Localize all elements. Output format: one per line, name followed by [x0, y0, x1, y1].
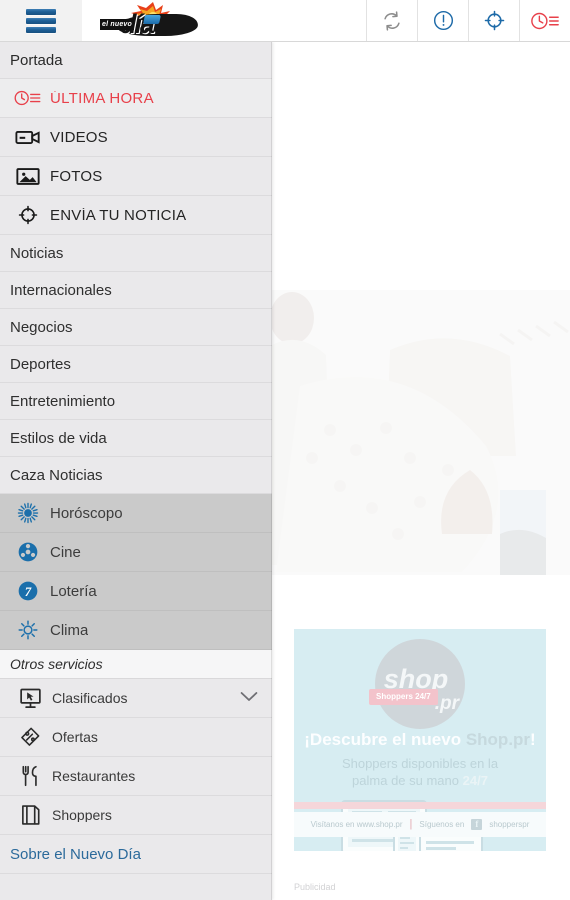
sidebar-item-label: Portada: [10, 52, 63, 68]
sidebar-item-portada[interactable]: Portada: [0, 42, 272, 79]
sidebar-item-label: VIDEOS: [50, 129, 108, 145]
ad-headline-dim: Shop.pr: [465, 730, 531, 749]
drawer-edge-shadow: [271, 42, 272, 900]
sidebar-item-noticias[interactable]: Noticias: [0, 235, 272, 272]
sidebar-item-estilos-de-vida[interactable]: Estilos de vida: [0, 420, 272, 457]
ad-sub-line-2: palma de su mano: [352, 773, 463, 788]
alert-icon: [433, 10, 453, 31]
sidebar-item-ofertas[interactable]: Ofertas: [0, 718, 272, 757]
top-bar: el nuevo día: [0, 0, 570, 42]
ad-footer-separator: |: [409, 818, 413, 830]
ad-headline-strong: ¡Descubre el nuevo: [304, 730, 466, 749]
sidebar-item-label: Entretenimiento: [10, 393, 116, 409]
sidebar-item-label: Noticias: [10, 245, 64, 261]
sidebar-item-deportes[interactable]: Deportes: [0, 346, 272, 383]
app-root: el nuevo día shop .pr Shoppers 24/7 ¡Des…: [0, 0, 570, 900]
sidebar-item-label: Deportes: [10, 356, 71, 372]
ad-footer-follow: Síguenos en: [419, 819, 465, 829]
sidebar-item-horoscopo[interactable]: Horóscopo: [0, 494, 272, 533]
ad-footer: Visítanos en www.shop.pr | Síguenos en f…: [294, 812, 546, 837]
folded-book-icon: [8, 804, 52, 826]
sidebar-item-label: Cine: [50, 544, 81, 560]
svg-text:7: 7: [25, 585, 32, 599]
sidebar-item-label: Ofertas: [52, 730, 98, 744]
sidebar-item-clima[interactable]: Clima: [0, 611, 272, 650]
ad-headline-end: !: [530, 730, 536, 749]
sidebar-section-header-otros-servicios: Otros servicios: [0, 650, 272, 679]
alerts-button[interactable]: [417, 0, 468, 41]
crosshair-icon: [6, 204, 50, 226]
sidebar-section-label: Otros servicios: [10, 657, 103, 671]
logo-prefix: el nuevo: [100, 18, 134, 30]
price-tag-icon: [8, 726, 52, 748]
sidebar-item-videos[interactable]: VIDEOS: [0, 118, 272, 157]
sidebar-item-label: Internacionales: [10, 282, 112, 298]
ad-brand-badge: Shoppers 24/7: [369, 689, 438, 705]
sidebar-item-label: ÚLTIMA HORA: [50, 90, 154, 106]
sidebar-item-label: FOTOS: [50, 168, 103, 184]
crosshair-icon: [484, 10, 504, 31]
navigation-drawer: Portada ÚLTIMA HORA VIDEOS FOTOS ENVÍA T…: [0, 42, 272, 900]
ad-brand-circle: shop .pr Shoppers 24/7: [369, 639, 465, 729]
monitor-cursor-icon: [8, 688, 52, 709]
facebook-icon: f: [471, 819, 483, 830]
refresh-button[interactable]: [366, 0, 417, 41]
sidebar-item-fotos[interactable]: FOTOS: [0, 157, 272, 196]
clock-list-icon: [6, 89, 50, 107]
send-news-button[interactable]: [468, 0, 519, 41]
refresh-icon: [384, 10, 400, 31]
hamburger-icon: [26, 8, 56, 33]
ad-footer-handle: shopperspr: [489, 819, 530, 829]
sidebar-item-label: ENVÍA TU NOTICIA: [50, 207, 187, 223]
sidebar-item-label: Caza Noticias: [10, 467, 103, 483]
ad-footer-visit: Visítanos en www.shop.pr: [310, 819, 403, 829]
ad-sub-bold: 24/7: [462, 773, 488, 788]
sidebar-item-label: Shoppers: [52, 808, 112, 822]
sidebar-item-label: Negocios: [10, 319, 73, 335]
ad-subheadline: Shoppers disponibles en la palma de su m…: [294, 755, 546, 789]
chevron-down-icon[interactable]: [240, 689, 258, 707]
sidebar-item-loteria[interactable]: 7 Lotería: [0, 572, 272, 611]
sidebar-item-envia-tu-noticia[interactable]: ENVÍA TU NOTICIA: [0, 196, 272, 235]
sidebar-item-label: Horóscopo: [50, 505, 123, 521]
ad-headline: ¡Descubre el nuevo Shop.pr!: [294, 731, 546, 748]
sunburst-glyph: [17, 502, 39, 524]
ad-color-strip: [294, 802, 546, 809]
sidebar-item-label: Sobre el Nuevo Día: [10, 846, 141, 862]
sidebar-item-entretenimiento[interactable]: Entretenimiento: [0, 383, 272, 420]
app-logo[interactable]: el nuevo día: [82, 0, 366, 41]
ad-brand-suffix: .pr: [434, 693, 459, 714]
film-reel-icon: [6, 541, 50, 563]
ad-sub-line-1: Shoppers disponibles en la: [341, 756, 499, 771]
cutlery-icon: [8, 765, 52, 787]
sidebar-item-label: Lotería: [50, 583, 97, 599]
sidebar-item-label: Restaurantes: [52, 769, 136, 783]
ad-disclosure-label: Publicidad: [294, 882, 336, 892]
sidebar-item-label: Estilos de vida: [10, 430, 107, 446]
sidebar-item-caza-noticias[interactable]: Caza Noticias: [0, 457, 272, 494]
sidebar-item-restaurantes[interactable]: Restaurantes: [0, 757, 272, 796]
photo-icon: [6, 167, 50, 186]
sidebar-item-label: Clima: [50, 622, 89, 638]
breaking-news-icon: [531, 12, 559, 29]
sidebar-item-clasificados[interactable]: Clasificados: [0, 679, 272, 718]
video-camera-icon: [6, 128, 50, 146]
sidebar-item-cine[interactable]: Cine: [0, 533, 272, 572]
sidebar-item-internacionales[interactable]: Internacionales: [0, 272, 272, 309]
advertisement-banner[interactable]: shop .pr Shoppers 24/7 ¡Descubre el nuev…: [294, 629, 546, 851]
breaking-news-button[interactable]: [519, 0, 570, 41]
sidebar-item-negocios[interactable]: Negocios: [0, 309, 272, 346]
sidebar-item-label: Clasificados: [52, 691, 128, 705]
sunburst-icon: [6, 502, 50, 524]
sun-weather-icon: [6, 619, 50, 641]
logo-blue-accent: [143, 14, 161, 24]
sidebar-filler: [0, 874, 272, 900]
hamburger-menu-button[interactable]: [0, 0, 82, 41]
sidebar-item-ultima-hora[interactable]: ÚLTIMA HORA: [0, 79, 272, 118]
sidebar-item-shoppers[interactable]: Shoppers: [0, 796, 272, 835]
sidebar-item-sobre-el-nuevo-dia[interactable]: Sobre el Nuevo Día: [0, 835, 272, 874]
lottery-seven-icon: 7: [6, 580, 50, 602]
